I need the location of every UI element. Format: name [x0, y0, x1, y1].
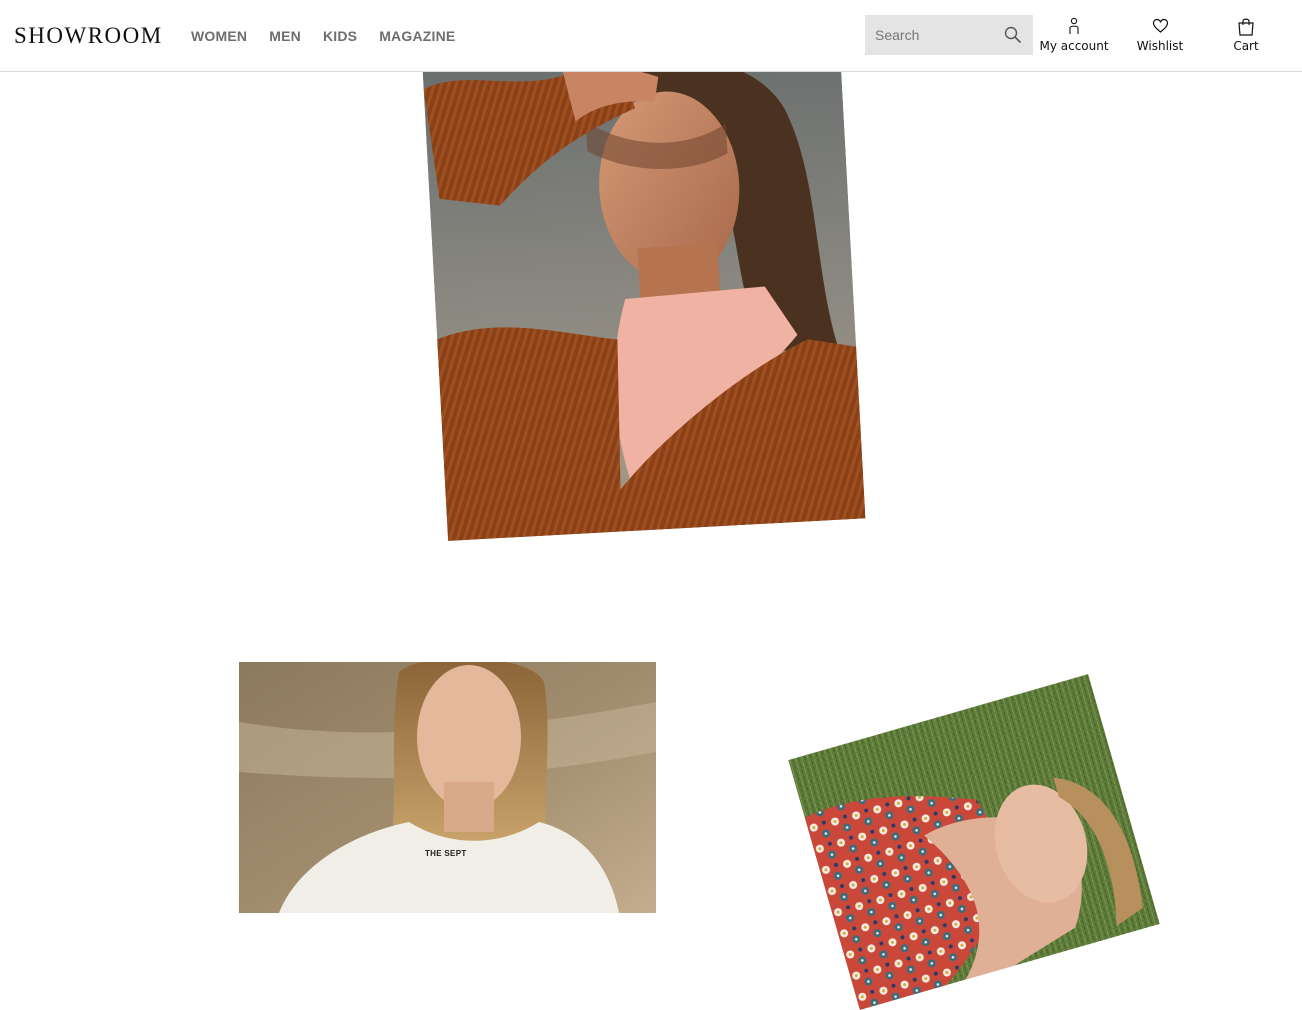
cart-link[interactable]: Cart — [1228, 16, 1264, 53]
wishlist-label: Wishlist — [1136, 39, 1184, 53]
search-box — [865, 15, 1033, 55]
shirt-print-text: THE SEPT — [425, 849, 467, 858]
nav-item-magazine[interactable]: MAGAZINE — [379, 27, 455, 45]
search-input[interactable] — [865, 15, 995, 55]
site-header: SHOWROOM WOMEN MEN KIDS MAGAZINE My acco… — [0, 0, 1302, 72]
user-icon — [1064, 16, 1084, 36]
heart-icon — [1150, 16, 1170, 36]
my-account-label: My account — [1039, 39, 1109, 53]
nav-item-men[interactable]: MEN — [269, 27, 301, 45]
nav-item-kids[interactable]: KIDS — [323, 27, 357, 45]
search-icon — [1004, 26, 1021, 43]
search-button[interactable] — [1003, 25, 1023, 45]
main-nav: WOMEN MEN KIDS MAGAZINE — [191, 27, 455, 45]
nav-item-women[interactable]: WOMEN — [191, 27, 247, 45]
editorial-photo-rust-sweater[interactable] — [422, 47, 866, 541]
editorial-photo-floral-shirt[interactable] — [788, 674, 1160, 1010]
shopping-bag-icon — [1236, 16, 1256, 36]
cart-label: Cart — [1233, 39, 1259, 53]
brand-logo[interactable]: SHOWROOM — [14, 22, 163, 50]
wishlist-link[interactable]: Wishlist — [1132, 16, 1188, 53]
my-account-link[interactable]: My account — [1039, 16, 1109, 53]
editorial-photo-white-sweatshirt[interactable]: THE SEPT — [239, 662, 656, 913]
